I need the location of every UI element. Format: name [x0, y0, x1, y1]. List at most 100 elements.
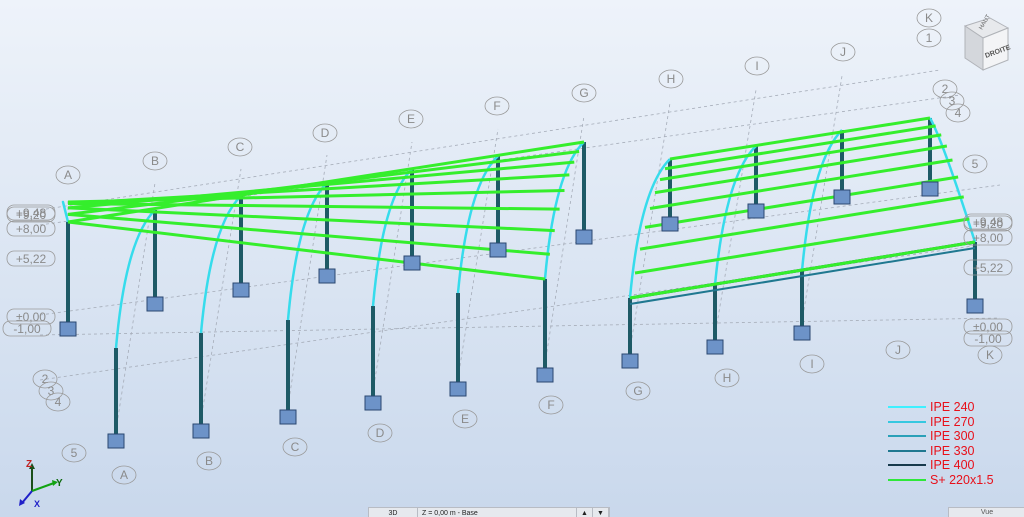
grid-axis-line — [39, 317, 1001, 336]
grid-bubble-label: G — [579, 86, 588, 100]
axis-y-label: Y — [56, 478, 63, 489]
grid-bubble-label: A — [120, 468, 128, 482]
grid-bubble-label: I — [810, 357, 813, 371]
grid-bubble-label: K — [986, 348, 994, 362]
legend-label: S+ 220x1.5 — [930, 472, 994, 487]
footing — [621, 353, 639, 369]
footing — [192, 423, 210, 439]
footing — [232, 282, 250, 298]
purlin — [669, 116, 931, 161]
view-mode-indicator[interactable]: 3D — [369, 508, 418, 517]
grid-bubble-label: I — [755, 59, 758, 73]
grid-bubble-label: J — [840, 45, 846, 59]
legend-item: IPE 330 — [888, 444, 1018, 459]
footing — [661, 216, 679, 232]
footing — [833, 189, 851, 205]
grid-bubble-label: D — [376, 426, 385, 440]
legend-swatch — [888, 464, 926, 467]
grid-axis-line — [39, 69, 941, 211]
footing — [449, 381, 467, 397]
structure-model: ABCDEFGHIJ KABCDEFGHIJK234512345+9,48+9,2… — [2, 8, 1013, 485]
view-cube[interactable]: HAUT DROITE — [962, 14, 1012, 79]
legend-item: IPE 400 — [888, 458, 1018, 473]
rafter — [371, 168, 413, 307]
level-tag-label: -1,00 — [13, 322, 41, 336]
grid-bubble-label: J — [895, 343, 901, 357]
footing — [575, 229, 593, 245]
view-tab[interactable]: Vue — [948, 507, 1024, 517]
level-tag-label: +5,22 — [16, 252, 47, 266]
legend-item: S+ 220x1.5 — [888, 473, 1018, 488]
grid-bubble-label: 5 — [972, 157, 979, 171]
footing — [536, 367, 554, 383]
grid-bubble-label: 1 — [926, 31, 933, 45]
axis-triad: Z Y X — [6, 455, 66, 517]
footing — [107, 433, 125, 449]
grid-bubble-label: 4 — [955, 106, 962, 120]
grid-bubble-label: K — [925, 11, 933, 25]
purlin — [67, 220, 546, 281]
level-tag-label: +5,22 — [973, 261, 1004, 275]
legend-label: IPE 300 — [930, 429, 975, 444]
status-bar: 3D Z = 0,00 m - Base ▲ ▼ — [368, 507, 610, 517]
purlin — [664, 124, 936, 171]
footing — [59, 321, 77, 337]
legend-item: IPE 240 — [888, 400, 1018, 415]
footing — [146, 296, 164, 312]
level-tag-label: +9,20 — [973, 217, 1004, 231]
level-indicator[interactable]: Z = 0,00 m - Base — [418, 508, 577, 517]
section-legend: IPE 240 IPE 270 IPE 300 IPE 330 IPE 400 S+ 22… — [888, 400, 1018, 487]
purlin — [67, 173, 570, 206]
legend-swatch — [888, 478, 926, 481]
grid-bubble-label: C — [291, 440, 300, 454]
level-tag-label: +8,00 — [16, 222, 47, 236]
grid-lines — [39, 69, 1001, 431]
purlin — [659, 133, 942, 182]
grid-bubble-label: H — [667, 72, 676, 86]
footing — [793, 325, 811, 341]
level-tag-label: +9,20 — [16, 208, 47, 222]
footing — [489, 242, 507, 258]
grid-bubble-label: 4 — [55, 395, 62, 409]
3d-viewport[interactable]: A B C D E F G H I J K A B C D E F G H I J K 2 3 4 5 1 2 3 4 5 +9,48 +9,2… — [0, 0, 1024, 517]
footing — [279, 409, 297, 425]
legend-label: IPE 330 — [930, 443, 975, 458]
footing — [706, 339, 724, 355]
grid-bubble-label: E — [461, 412, 469, 426]
legend-swatch — [888, 449, 926, 452]
legend-label: IPE 240 — [930, 400, 975, 415]
legend-item: IPE 300 — [888, 429, 1018, 444]
purlin — [639, 195, 964, 251]
axis-z-label: Z — [26, 459, 32, 470]
legend-swatch — [888, 406, 926, 409]
legend-label: IPE 400 — [930, 458, 975, 473]
grid-bubble-label: 5 — [71, 446, 78, 460]
footings — [59, 181, 984, 449]
grid-bubble-label: A — [64, 168, 72, 182]
grid-bubble-label: C — [236, 140, 245, 154]
grid-bubble-label: E — [407, 112, 415, 126]
rafter — [61, 200, 70, 223]
axis-x-label: X — [34, 499, 40, 509]
footing — [318, 268, 336, 284]
footing — [747, 203, 765, 219]
grid-bubble-label: G — [633, 384, 642, 398]
legend-item: IPE 270 — [888, 415, 1018, 430]
footing — [921, 181, 939, 197]
level-down-button[interactable]: ▼ — [593, 508, 609, 517]
level-tag-label: -1,00 — [974, 332, 1002, 346]
footing — [966, 298, 984, 314]
grid-bubble-label: F — [493, 99, 500, 113]
footing — [364, 395, 382, 411]
grid-bubble-label: B — [205, 454, 213, 468]
grid-bubble-label: H — [723, 371, 732, 385]
grid-bubble-label: D — [321, 126, 330, 140]
level-up-button[interactable]: ▲ — [577, 508, 593, 517]
legend-swatch — [888, 435, 926, 438]
level-tag-label: +8,00 — [973, 231, 1004, 245]
footing — [403, 255, 421, 271]
legend-swatch — [888, 420, 926, 423]
legend-label: IPE 270 — [930, 414, 975, 429]
grid-bubble-label: F — [547, 398, 554, 412]
grid-bubble-label: B — [151, 154, 159, 168]
